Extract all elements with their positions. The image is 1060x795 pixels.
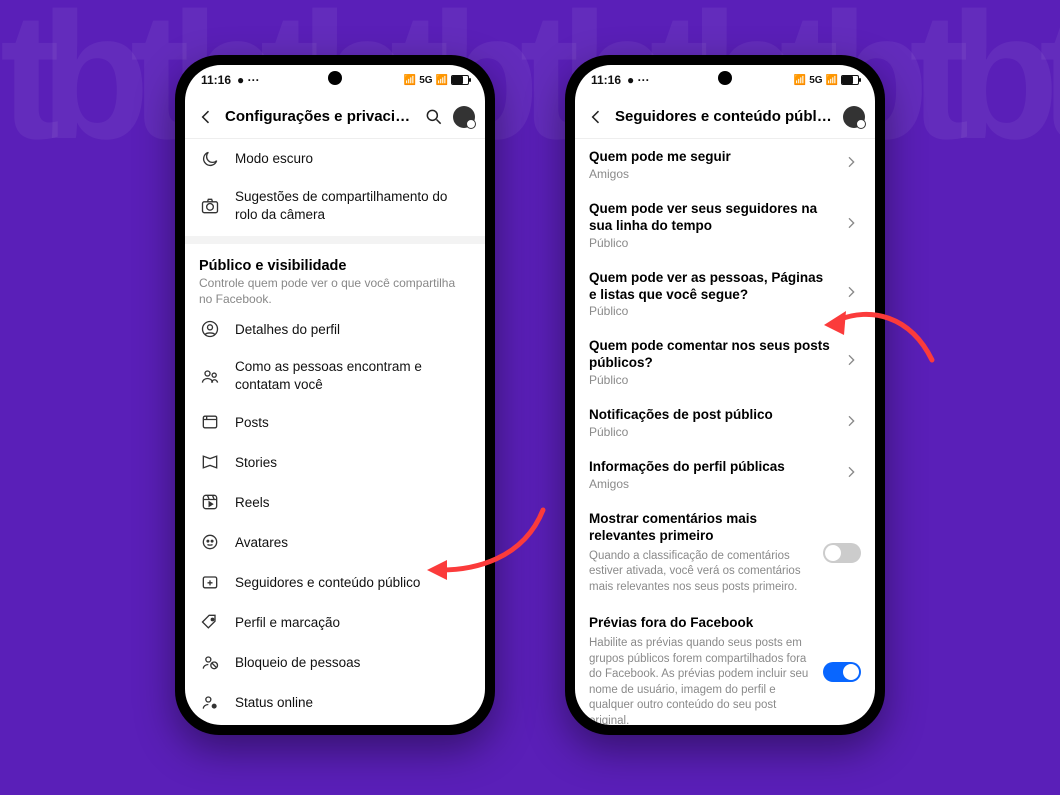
chevron-right-icon: [843, 284, 861, 305]
settings-list: Quem pode me seguir Amigos Quem pode ver…: [575, 139, 875, 725]
setting-toggle-item: Mostrar comentários mais relevantes prim…: [575, 501, 875, 605]
section-subtitle: Controle quem pode ver o que você compar…: [199, 276, 471, 307]
avatar-icon: [199, 531, 221, 553]
setting-nav-item[interactable]: Quem pode comentar nos seus posts públic…: [575, 328, 875, 397]
status-dots: ● ···: [237, 73, 260, 87]
chevron-right-icon: [843, 154, 861, 175]
tag-icon: [199, 611, 221, 633]
setting-value: Público: [589, 304, 833, 318]
setting-nav-item[interactable]: Quem pode ver as pessoas, Páginas e list…: [575, 260, 875, 329]
chevron-right-icon: [843, 464, 861, 485]
settings-item-label: Bloqueio de pessoas: [235, 654, 471, 672]
setting-title: Mostrar comentários mais relevantes prim…: [589, 511, 813, 545]
nav-bar: Seguidores e conteúdo público: [575, 95, 875, 139]
phone-camera: [328, 71, 342, 85]
setting-value: Público: [589, 425, 833, 439]
settings-item-followers[interactable]: Seguidores e conteúdo público: [185, 562, 485, 602]
battery-icon: [841, 75, 859, 85]
setting-value: Amigos: [589, 167, 833, 181]
setting-toggle-item: Prévias fora do Facebook Habilite as pré…: [575, 605, 875, 725]
settings-item-label: Posts: [235, 414, 471, 432]
toggle-switch[interactable]: [823, 662, 861, 682]
status-signal: 📶: [404, 75, 416, 86]
status-time: 11:16: [591, 73, 621, 87]
settings-item-user-circle[interactable]: Detalhes do perfil: [185, 309, 485, 349]
settings-item-tag[interactable]: Perfil e marcação: [185, 602, 485, 642]
section-visibility-header: Público e visibilidade Controle quem pod…: [185, 248, 485, 309]
status-dots: ● ···: [627, 73, 650, 87]
setting-title: Quem pode ver as pessoas, Páginas e list…: [589, 270, 833, 304]
post-icon: [199, 411, 221, 433]
setting-nav-item[interactable]: Informações do perfil públicas Amigos: [575, 449, 875, 501]
settings-item-camera[interactable]: Sugestões de compartilhamento do rolo da…: [185, 179, 485, 232]
chevron-right-icon: [843, 215, 861, 236]
setting-value: Público: [589, 236, 833, 250]
setting-nav-item[interactable]: Quem pode ver seus seguidores na sua lin…: [575, 191, 875, 260]
setting-title: Notificações de post público: [589, 407, 833, 424]
status-wifi: 📶: [826, 75, 838, 86]
setting-nav-item[interactable]: Quem pode me seguir Amigos: [575, 139, 875, 191]
setting-title: Informações do perfil públicas: [589, 459, 833, 476]
page-title: Seguidores e conteúdo público: [615, 108, 835, 125]
moon-icon: [199, 148, 221, 170]
user-circle-icon: [199, 318, 221, 340]
chevron-right-icon: [843, 352, 861, 373]
nav-bar: Configurações e privacida…: [185, 95, 485, 139]
settings-item-label: Detalhes do perfil: [235, 321, 471, 339]
settings-item-label: Modo escuro: [235, 150, 471, 168]
settings-item-label: Status online: [235, 694, 471, 712]
setting-title: Prévias fora do Facebook: [589, 615, 813, 632]
phone-left: 11:16 ● ··· 📶 5G 📶 Configurações e priva…: [175, 55, 495, 735]
settings-item-avatar[interactable]: Avatares: [185, 522, 485, 562]
setting-title: Quem pode comentar nos seus posts públic…: [589, 338, 833, 372]
settings-item-label: Reels: [235, 494, 471, 512]
section-title: Público e visibilidade: [199, 258, 471, 274]
phone-right: 11:16 ● ··· 📶 5G 📶 Seguidores e conteúdo…: [565, 55, 885, 735]
users-icon: [199, 365, 221, 387]
settings-item-label: Avatares: [235, 534, 471, 552]
setting-nav-item[interactable]: Notificações de post público Público: [575, 397, 875, 449]
avatar[interactable]: [843, 106, 865, 128]
status-wifi: 📶: [436, 75, 448, 86]
status-time: 11:16: [201, 73, 231, 87]
reels-icon: [199, 491, 221, 513]
chevron-right-icon: [843, 413, 861, 434]
phone-camera: [718, 71, 732, 85]
avatar[interactable]: [453, 106, 475, 128]
settings-item-post[interactable]: Posts: [185, 402, 485, 442]
setting-title: Quem pode ver seus seguidores na sua lin…: [589, 201, 833, 235]
book-icon: [199, 451, 221, 473]
settings-item-reels[interactable]: Reels: [185, 482, 485, 522]
status-signal: 📶: [794, 75, 806, 86]
settings-item-label: Stories: [235, 454, 471, 472]
setting-title: Quem pode me seguir: [589, 149, 833, 166]
page-title: Configurações e privacida…: [225, 108, 415, 125]
section-separator: [185, 236, 485, 244]
back-button[interactable]: [585, 106, 607, 128]
settings-item-status[interactable]: Status online: [185, 682, 485, 722]
back-button[interactable]: [195, 106, 217, 128]
settings-item-label: Sugestões de compartilhamento do rolo da…: [235, 188, 471, 223]
battery-icon: [451, 75, 469, 85]
setting-description: Quando a classificação de comentários es…: [589, 549, 813, 596]
setting-value: Amigos: [589, 477, 833, 491]
followers-icon: [199, 571, 221, 593]
toggle-switch[interactable]: [823, 543, 861, 563]
status-network: 5G: [419, 75, 432, 86]
status-icon: [199, 691, 221, 713]
settings-item-label: Seguidores e conteúdo público: [235, 574, 471, 592]
settings-item-users[interactable]: Como as pessoas encontram e contatam voc…: [185, 349, 485, 402]
setting-value: Público: [589, 373, 833, 387]
settings-item-label: Como as pessoas encontram e contatam voc…: [235, 358, 471, 393]
settings-item-moon[interactable]: Modo escuro: [185, 139, 485, 179]
status-network: 5G: [809, 75, 822, 86]
settings-item-book[interactable]: Stories: [185, 442, 485, 482]
setting-description: Habilite as prévias quando seus posts em…: [589, 636, 813, 725]
settings-item-label: Perfil e marcação: [235, 614, 471, 632]
camera-icon: [199, 195, 221, 217]
settings-content: Modo escuro Sugestões de compartilhament…: [185, 139, 485, 725]
settings-item-block[interactable]: Bloqueio de pessoas: [185, 642, 485, 682]
search-icon[interactable]: [423, 106, 445, 128]
block-icon: [199, 651, 221, 673]
